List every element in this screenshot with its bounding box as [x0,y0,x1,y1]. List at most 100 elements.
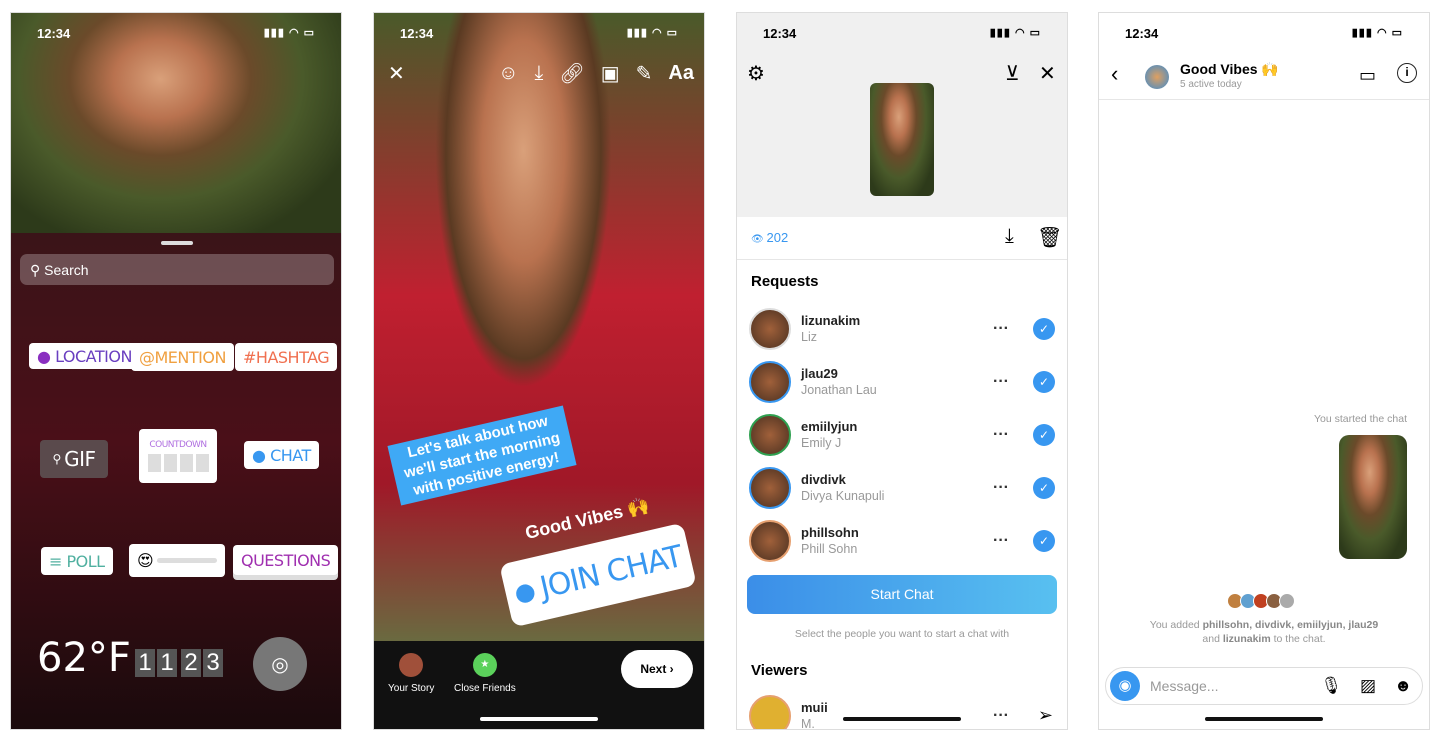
avatar [749,466,791,509]
requests-heading: Requests [751,273,819,290]
poll-icon: ≡ [49,551,62,571]
request-row[interactable]: emiilyjun Emily J ··· ✓ [749,408,1055,461]
settings-icon[interactable]: ⚙ [747,61,765,86]
next-button[interactable]: Next › [621,650,693,688]
avatar [749,519,791,562]
story-thumbnail[interactable] [870,83,934,196]
clock-digit: 1 [157,649,177,677]
more-icon[interactable]: ··· [993,426,1009,444]
sticker-mention[interactable]: @MENTION [131,343,234,371]
eye-icon: 👁︎ [751,234,767,245]
more-icon[interactable]: ··· [993,707,1009,725]
viewers-heading: Viewers [751,662,808,679]
link-icon[interactable]: 🔗︎ [559,61,584,86]
request-row[interactable]: divdivk Divya Kunapuli ··· ✓ [749,461,1055,514]
gallery-icon[interactable]: ▨ [1360,676,1376,696]
members-added-notice: You added phillsohn, divdivk, emiilyjun,… [1149,618,1379,646]
full-name: M. [801,717,815,730]
sticker-temperature[interactable]: 62°F [37,635,131,681]
checkmark-icon[interactable]: ✓ [1033,529,1055,552]
status-icons: ▮▮▮ ◠ ▭ [626,27,678,39]
video-call-icon[interactable]: ▭ [1359,65,1376,86]
text-tool-button[interactable]: Aa [668,62,694,85]
checkmark-icon[interactable]: ✓ [1033,317,1055,340]
message-input[interactable]: Message... [1150,678,1320,694]
save-icon[interactable]: ⊻ [1005,61,1020,86]
more-icon[interactable]: ··· [993,373,1009,391]
notice-names: phillsohn, divdivk, emiilyjun, jlau29 [1202,619,1379,631]
request-row[interactable]: jlau29 Jonathan Lau ··· ✓ [749,355,1055,408]
checkmark-icon[interactable]: ✓ [1033,476,1055,499]
story-toolbar: ✕ ☺ ⤓ 🔗︎ ▣ ✎ Aa [388,61,694,86]
more-icon[interactable]: ··· [993,320,1009,338]
status-icons: ▮▮▮ ◠ ▭ [1351,27,1403,39]
camera-sticker-button[interactable]: ◎ [253,637,307,691]
search-placeholder: Search [44,262,89,278]
home-indicator [480,717,598,721]
chat-subtitle: 5 active today [1180,79,1242,90]
download-icon[interactable]: ⤓ [535,62,544,85]
start-chat-button[interactable]: Start Chat [747,575,1057,614]
countdown-label: COUNTDOWN [149,440,207,450]
sticker-clock[interactable]: 1 1 2 3 [135,649,223,677]
microphone-icon[interactable]: 🎙︎ [1320,676,1342,696]
share-your-story[interactable]: Your Story [388,653,434,694]
download-icon[interactable]: ⤓ [1005,225,1014,248]
draw-icon[interactable]: ✎ [636,61,653,86]
sticker-search-input[interactable]: ⚲ Search [20,254,334,285]
notice-text: and [1202,633,1223,645]
clock-digit: 3 [203,649,223,677]
avatar [749,307,791,350]
divider [737,259,1067,260]
request-row[interactable]: phillsohn Phill Sohn ··· ✓ [749,514,1055,567]
avatar [399,653,424,677]
delete-icon[interactable]: 🗑︎ [1037,225,1062,250]
status-icons: ▮▮▮ ◠ ▭ [263,27,315,39]
checkmark-icon[interactable]: ✓ [1033,423,1055,446]
viewer-row[interactable]: muii M. ··· ➢ [749,689,1055,730]
sticker-hashtag[interactable]: #HASHTAG [235,343,338,371]
sticker-emoji-slider[interactable]: 😍 [129,544,225,577]
request-row[interactable]: lizunakim Liz ··· ✓ [749,302,1055,355]
checkmark-icon[interactable]: ✓ [1033,370,1055,393]
sticker-icon[interactable]: ☻ [1394,676,1412,696]
avatar [749,360,791,403]
send-icon[interactable]: ➢ [1038,705,1053,726]
more-icon[interactable]: ··· [993,479,1009,497]
camera-button[interactable]: ◉ [1110,671,1140,701]
screen-story-viewers: 12:34 ▮▮▮ ◠ ▭ ⚙ ⊻ ✕ 👁︎ 202 ⤓ 🗑︎ Requests … [736,12,1068,730]
chat-label: CHAT [270,445,311,465]
info-icon[interactable]: i [1397,63,1417,83]
chat-started-notice: You started the chat [1313,413,1407,425]
sticker-poll[interactable]: ≡ POLL [41,547,113,575]
gif-label: GIF [64,447,96,471]
full-name: Phill Sohn [801,542,858,556]
shared-story-message[interactable] [1339,435,1407,559]
share-close-friends[interactable]: ★ Close Friends [454,653,516,694]
sticker-location[interactable]: ● LOCATION [29,343,140,369]
sticker-questions[interactable]: QUESTIONS [233,545,339,575]
view-count-value: 202 [766,230,789,245]
close-icon[interactable]: ✕ [1039,61,1056,86]
more-icon[interactable]: ··· [993,532,1009,550]
status-time: 12:34 [400,26,434,41]
username: phillsohn [801,525,859,540]
sticker-chat[interactable]: ● CHAT [244,441,319,469]
drag-handle[interactable] [161,241,193,245]
search-icon: ⚲ [52,452,65,466]
home-indicator [843,717,961,721]
chat-header[interactable]: Good Vibes 🙌 5 active today [1180,61,1279,90]
face-effects-icon[interactable]: ☺ [498,62,518,85]
close-icon[interactable]: ✕ [388,61,405,86]
full-name: Emily J [801,436,842,450]
avatar [749,694,791,729]
member-avatars [1227,593,1295,609]
sticker-gif[interactable]: ⚲ GIF [40,440,108,478]
back-icon[interactable]: ‹ [1111,61,1118,87]
notice-text: You added [1149,619,1203,631]
star-icon: ★ [472,653,497,677]
view-count[interactable]: 👁︎ 202 [751,230,788,245]
sticker-countdown[interactable]: COUNTDOWN [139,429,217,483]
clock-digit: 2 [181,649,201,677]
sticker-icon[interactable]: ▣ [601,61,620,86]
